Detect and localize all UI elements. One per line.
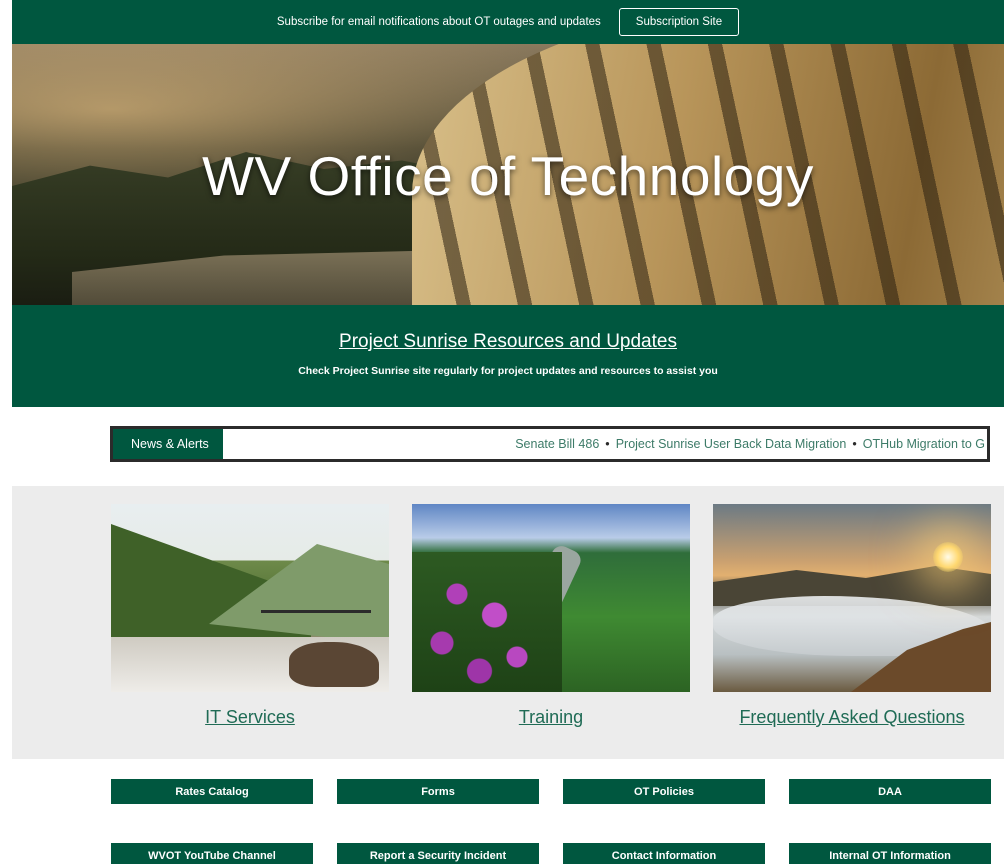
hero-title: WV Office of Technology (202, 145, 814, 207)
bullet-icon: • (852, 437, 857, 451)
training-card[interactable]: Training (412, 504, 690, 728)
rates-catalog-button[interactable]: Rates Catalog (111, 779, 313, 804)
project-sunrise-link[interactable]: Project Sunrise Resources and Updates (339, 331, 677, 353)
subscription-bar: Subscribe for email notifications about … (12, 0, 1004, 44)
news-item[interactable]: OTHub Migration to G (863, 437, 985, 451)
youtube-channel-button[interactable]: WVOT YouTube Channel (111, 843, 313, 864)
news-item[interactable]: Senate Bill 486 (515, 437, 599, 451)
news-alerts-ticker: News & Alerts Senate Bill 486 • Project … (110, 426, 990, 462)
it-services-card[interactable]: IT Services (111, 504, 389, 728)
hero-banner: WV Office of Technology (12, 44, 1004, 305)
project-sunrise-description: Check Project Sunrise site regularly for… (298, 365, 718, 377)
faq-image[interactable] (713, 504, 991, 692)
subscription-site-button[interactable]: Subscription Site (618, 8, 740, 36)
news-item[interactable]: Project Sunrise User Back Data Migration (616, 437, 847, 451)
bullet-icon: • (605, 437, 610, 451)
it-services-image[interactable] (111, 504, 389, 692)
contact-information-button[interactable]: Contact Information (563, 843, 765, 864)
training-link[interactable]: Training (412, 707, 690, 728)
forms-button[interactable]: Forms (337, 779, 539, 804)
faq-link[interactable]: Frequently Asked Questions (713, 707, 991, 728)
news-ticker-items: Senate Bill 486 • Project Sunrise User B… (223, 429, 987, 459)
feature-cards-section: IT Services Training Frequently Asked Qu… (12, 486, 1004, 759)
faq-card[interactable]: Frequently Asked Questions (713, 504, 991, 728)
news-alerts-label: News & Alerts (113, 429, 223, 459)
ot-policies-button[interactable]: OT Policies (563, 779, 765, 804)
it-services-link[interactable]: IT Services (111, 707, 389, 728)
subscription-message: Subscribe for email notifications about … (276, 16, 601, 28)
internal-ot-information-button[interactable]: Internal OT Information (789, 843, 991, 864)
project-sunrise-section: Project Sunrise Resources and Updates Ch… (12, 305, 1004, 407)
training-image[interactable] (412, 504, 690, 692)
report-security-incident-button[interactable]: Report a Security Incident (337, 843, 539, 864)
daa-button[interactable]: DAA (789, 779, 991, 804)
